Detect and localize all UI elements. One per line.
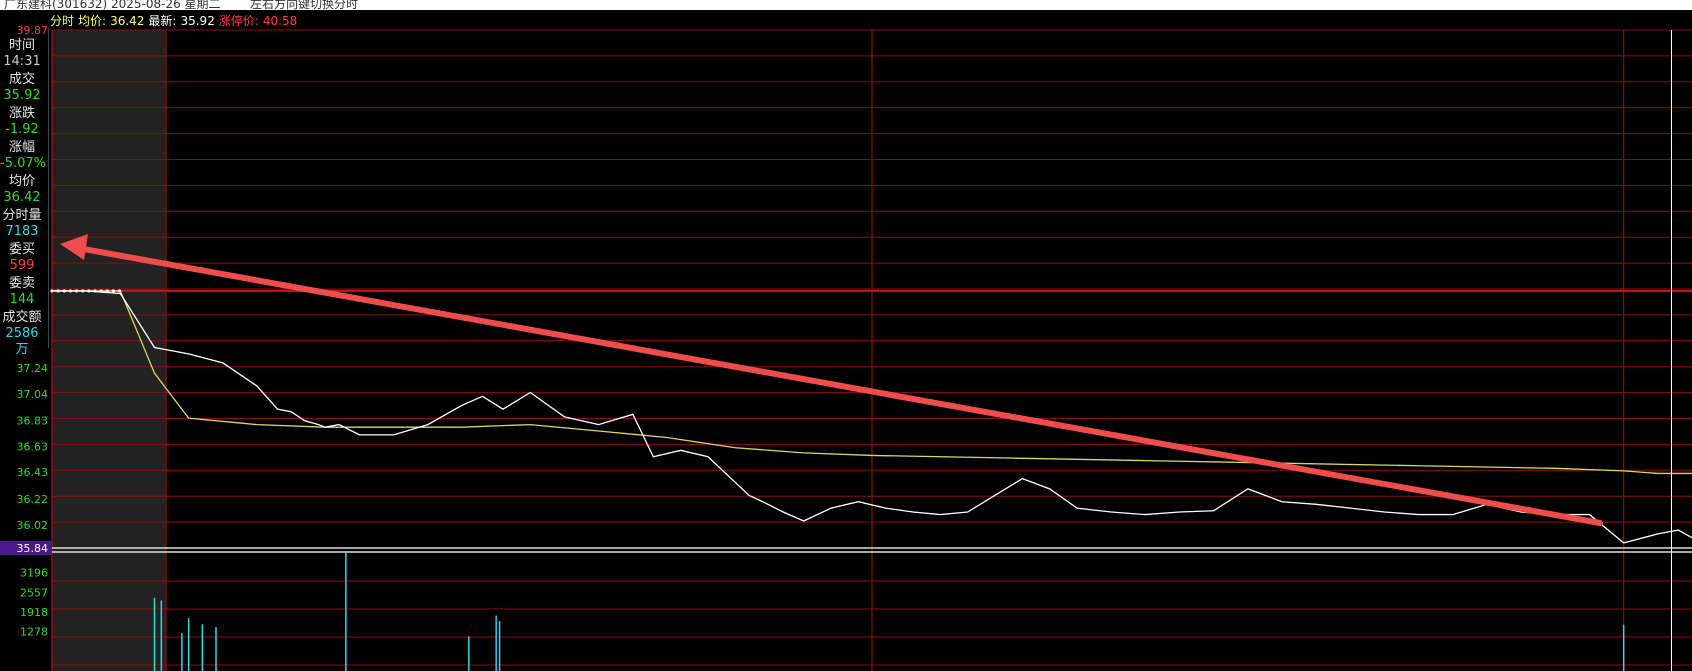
info-value: -1.92: [5, 122, 39, 137]
limit-up-value: 40.58: [262, 14, 298, 28]
price-tick-label: 36.63: [17, 440, 49, 453]
avg-label: 均价:: [78, 14, 107, 28]
info-value: 599: [9, 258, 35, 273]
intraday-chart: 39.8737.2437.0436.8336.6336.4336.2236.02…: [0, 24, 1692, 671]
auction-dot: [87, 289, 91, 293]
info-value: 36.42: [3, 190, 41, 205]
info-label: 分时量: [2, 208, 42, 223]
info-label: 委卖: [8, 276, 35, 291]
info-label: 委买: [8, 242, 35, 257]
info-value: 2586万: [5, 326, 39, 357]
info-value: 14:31: [3, 54, 41, 69]
info-value: 144: [9, 292, 35, 307]
price-tick-label: 36.83: [17, 415, 49, 428]
price-tick-label: 36.02: [17, 519, 49, 532]
quote-info-panel: 时间 14:31 成交 35.92 涨跌 -1.92 涨幅 -5.07% 均价 36.42 分时量 7…: [0, 28, 49, 357]
info-label: 成交: [8, 72, 35, 87]
pre-market-zone: [52, 30, 166, 671]
last-label: 最新:: [148, 14, 177, 28]
info-label: 涨幅: [8, 140, 35, 155]
volume-tick-label: 2557: [20, 586, 48, 599]
auction-dot: [105, 289, 109, 293]
auction-dot: [75, 289, 79, 293]
info-value: -5.07%: [0, 156, 46, 171]
mode-label: 分时: [50, 14, 75, 28]
auction-dot: [111, 289, 116, 293]
info-label: 时间: [8, 38, 35, 53]
auction-dot: [50, 289, 54, 293]
volume-tick-label: 1278: [20, 626, 48, 639]
auction-dot: [99, 289, 103, 293]
info-label: 成交额: [2, 310, 42, 325]
chart-header: 分时 均价: 36.42 最新: 35.92 涨停价: 40.58: [50, 12, 301, 28]
info-label: 涨跌: [8, 106, 35, 121]
avg-value: 36.42: [110, 14, 145, 28]
price-tick-label: 36.43: [17, 466, 49, 479]
last-value: 35.92: [180, 14, 215, 28]
auction-dot: [62, 289, 66, 293]
volume-tick-label: 3196: [20, 567, 48, 580]
auction-dot: [56, 289, 60, 293]
volume-tick-label: 1918: [20, 606, 48, 619]
auction-dot: [68, 289, 73, 293]
auction-dot: [93, 289, 97, 293]
info-value: 7183: [5, 224, 39, 239]
price-tick-label: 36.22: [17, 493, 49, 506]
price-tick-label: 37.04: [17, 388, 49, 401]
info-label: 均价: [8, 174, 35, 189]
info-value: 35.92: [3, 88, 41, 103]
current-price-label: 35.84: [17, 542, 49, 555]
limit-up-label: 涨停价:: [218, 14, 259, 28]
auction-dot: [118, 289, 122, 293]
price-tick-label: 37.24: [17, 362, 49, 375]
auction-dot: [81, 289, 85, 293]
